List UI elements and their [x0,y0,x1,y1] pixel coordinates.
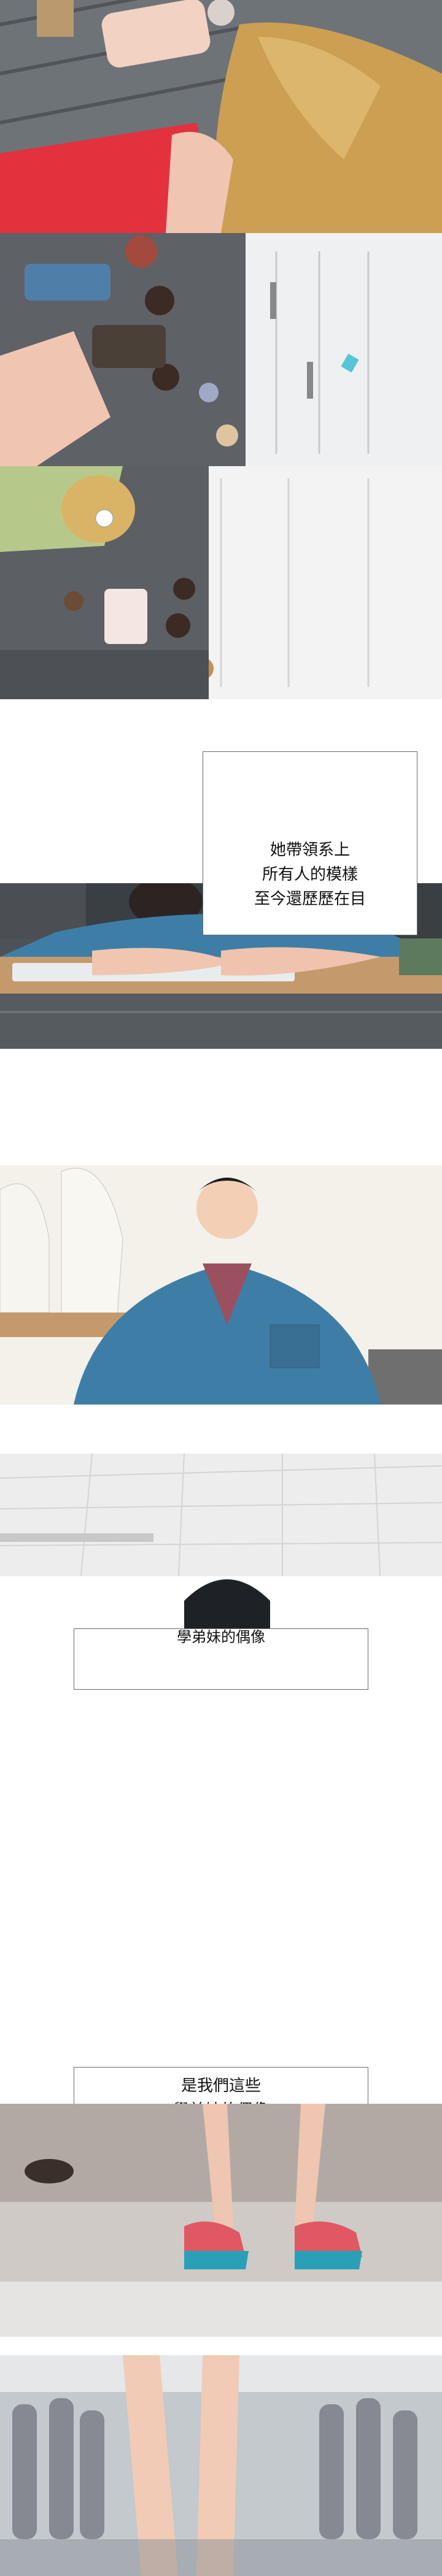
panel-gap-3 [0,1405,442,1454]
panel-gap-2 [0,1049,442,1165]
students-illustration [0,233,442,466]
panel-blonde-girl [0,466,442,699]
sneakers-illustration [0,2104,442,2337]
classroom-scene-illustration [0,0,442,233]
panel-guy-portrait [0,1165,442,1405]
panel-sneakers [0,2104,442,2337]
panel-gap-4 [0,1699,442,2067]
desk [37,0,74,37]
legs-crowd-illustration [0,2355,442,2576]
panel-classroom-top [0,0,442,233]
ceiling-illustration [0,1454,442,1638]
caption-box-2: 學弟妹的偶像 [74,1628,368,1690]
panel-ceiling [0,1454,442,1638]
guy-portrait-illustration [0,1165,442,1405]
panel-gap-5 [0,2337,442,2355]
blonde-girl-illustration [0,466,442,699]
panel-legs-crowd [0,2355,442,2576]
panel-students [0,233,442,466]
caption-box-1: 她帶領系上 所有人的模樣 至今還歷歷在目 [203,751,417,935]
